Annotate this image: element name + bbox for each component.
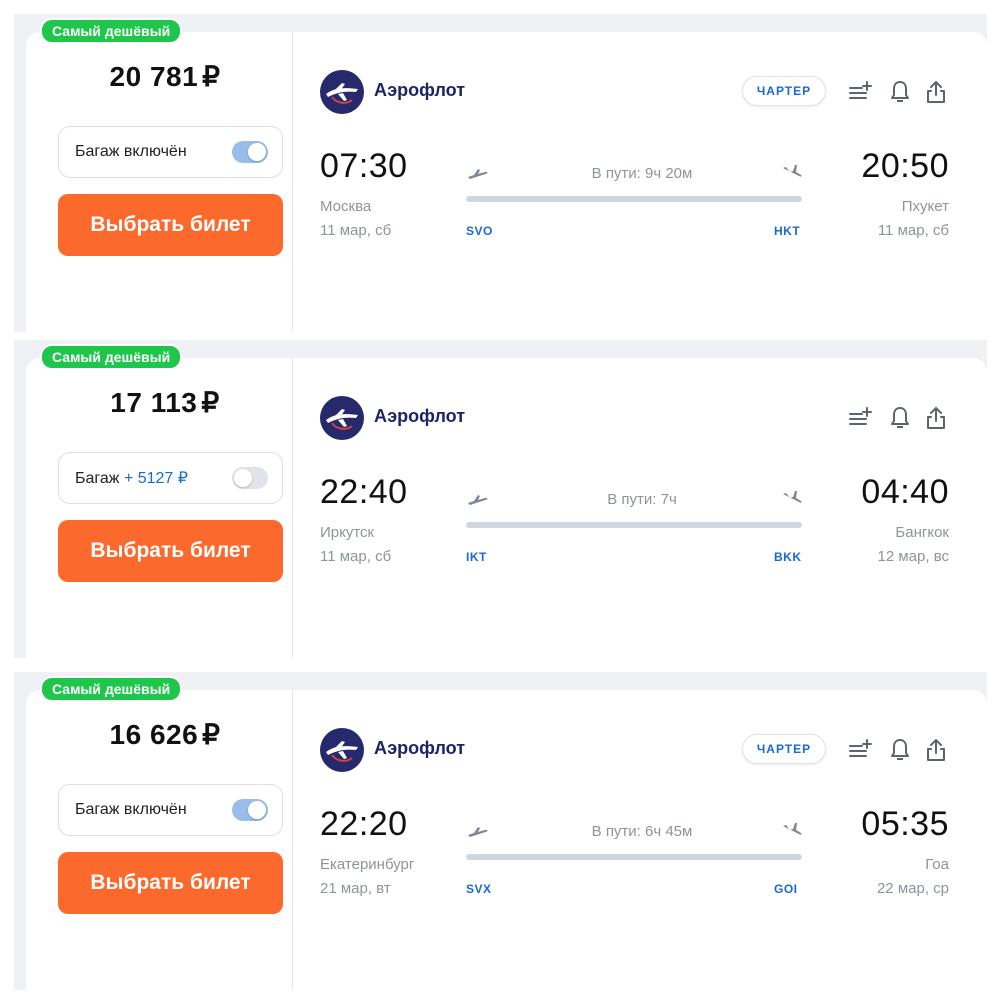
route-line	[466, 854, 802, 860]
departure-city: Екатеринбург	[320, 856, 415, 873]
departure-airport-code: SVX	[466, 882, 492, 896]
bell-icon[interactable]	[886, 78, 914, 106]
charter-badge: ЧАРТЕР	[742, 734, 826, 764]
currency-symbol: ₽	[202, 61, 221, 92]
baggage-label: Багаж + 5127 ₽	[75, 470, 188, 487]
route-line	[466, 522, 802, 528]
toggle-knob	[248, 801, 266, 819]
aeroflot-logo-icon	[320, 70, 364, 114]
select-ticket-button[interactable]: Выбрать билет	[58, 852, 283, 914]
airline-name: Аэрофлот	[374, 80, 466, 100]
route-line	[466, 196, 802, 202]
departure-date: 21 мар, вт	[320, 880, 391, 897]
departure-airport-code: SVO	[466, 224, 493, 238]
filter-add-icon[interactable]	[846, 404, 874, 432]
departure-date: 11 мар, сб	[320, 222, 392, 239]
takeoff-icon	[466, 162, 490, 186]
share-icon[interactable]	[922, 78, 950, 106]
baggage-option[interactable]: Багаж включён	[58, 126, 283, 178]
cheapest-badge: Самый дешёвый	[40, 344, 183, 370]
airline-name: Аэрофлот	[374, 406, 466, 426]
flight-duration: В пути: 6ч 45м	[591, 823, 693, 840]
baggage-option[interactable]: Багаж + 5127 ₽	[58, 452, 283, 504]
departure-time: 22:40	[320, 473, 408, 511]
ticket-panel: 20 781 ₽ Багаж включён Выбрать билет Аэро…	[14, 14, 987, 332]
landing-icon	[780, 162, 804, 186]
ticket-price: 16 626 ₽	[109, 719, 221, 750]
arrival-date: 12 мар, вс	[877, 548, 949, 565]
currency-symbol: ₽	[202, 719, 221, 750]
arrival-date: 22 мар, ср	[876, 880, 949, 897]
ticket-price: 20 781 ₽	[109, 61, 221, 92]
departure-airport-code: IKT	[466, 550, 487, 564]
cheapest-badge: Самый дешёвый	[40, 18, 183, 44]
aeroflot-logo-icon	[320, 396, 364, 440]
departure-city: Иркутск	[320, 524, 375, 541]
flight-duration: В пути: 7ч	[607, 491, 677, 508]
ticket-panel: 16 626 ₽ Багаж включён Выбрать билет Аэро…	[14, 672, 987, 990]
ticket-card: 17 113 ₽ Багаж + 5127 ₽ Выбрать билет Аэр…	[26, 358, 987, 658]
landing-icon	[780, 820, 804, 844]
toggle-knob	[248, 143, 266, 161]
departure-city: Москва	[320, 198, 372, 215]
airline-name: Аэрофлот	[374, 738, 466, 758]
card-divider	[292, 358, 293, 658]
select-ticket-button[interactable]: Выбрать билет	[58, 194, 283, 256]
bell-icon[interactable]	[886, 736, 914, 764]
baggage-toggle[interactable]	[232, 799, 268, 821]
takeoff-icon	[466, 488, 490, 512]
charter-badge: ЧАРТЕР	[742, 76, 826, 106]
ticket-card: 20 781 ₽ Багаж включён Выбрать билет Аэро…	[26, 32, 987, 332]
bell-icon[interactable]	[886, 404, 914, 432]
card-divider	[292, 32, 293, 332]
arrival-time: 05:35	[861, 805, 949, 843]
arrival-airport-code: HKT	[774, 224, 801, 238]
ticket-card: 16 626 ₽ Багаж включён Выбрать билет Аэро…	[26, 690, 987, 990]
aeroflot-logo-icon	[320, 728, 364, 772]
arrival-date: 11 мар, сб	[877, 222, 949, 239]
takeoff-icon	[466, 820, 490, 844]
baggage-toggle[interactable]	[232, 467, 268, 489]
card-divider	[292, 690, 293, 990]
toggle-knob	[234, 469, 252, 487]
flight-duration: В пути: 9ч 20м	[591, 165, 693, 182]
departure-time: 07:30	[320, 147, 408, 185]
arrival-time: 20:50	[861, 147, 949, 185]
landing-icon	[780, 488, 804, 512]
filter-add-icon[interactable]	[846, 78, 874, 106]
arrival-city: Пхукет	[901, 198, 949, 215]
baggage-option[interactable]: Багаж включён	[58, 784, 283, 836]
arrival-airport-code: BKK	[774, 550, 802, 564]
arrival-city: Гоа	[925, 856, 949, 873]
baggage-toggle[interactable]	[232, 141, 268, 163]
ticket-price: 17 113 ₽	[110, 387, 220, 418]
arrival-time: 04:40	[861, 473, 949, 511]
cheapest-badge: Самый дешёвый	[40, 676, 183, 702]
share-icon[interactable]	[922, 404, 950, 432]
ticket-panel: 17 113 ₽ Багаж + 5127 ₽ Выбрать билет Аэр…	[14, 340, 987, 658]
currency-symbol: ₽	[201, 387, 220, 418]
select-ticket-button[interactable]: Выбрать билет	[58, 520, 283, 582]
filter-add-icon[interactable]	[846, 736, 874, 764]
baggage-extra-price: + 5127 ₽	[123, 470, 188, 487]
arrival-airport-code: GOI	[774, 882, 798, 896]
share-icon[interactable]	[922, 736, 950, 764]
baggage-label: Багаж включён	[75, 143, 187, 160]
departure-date: 11 мар, сб	[320, 548, 392, 565]
departure-time: 22:20	[320, 805, 408, 843]
baggage-label: Багаж включён	[75, 801, 187, 818]
arrival-city: Бангкок	[895, 524, 949, 541]
